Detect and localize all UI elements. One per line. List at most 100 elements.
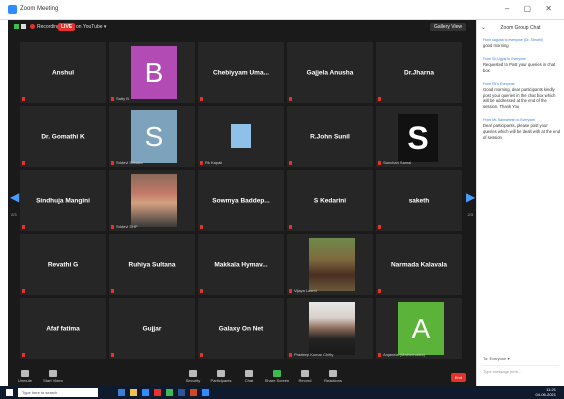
chat-label: Chat	[244, 378, 254, 383]
encryption-shield-icon[interactable]	[14, 24, 19, 29]
participant-tile[interactable]: R.John Sunil	[287, 106, 373, 167]
security-button[interactable]: Security	[180, 370, 206, 383]
participant-tile[interactable]: Afaf fatima	[20, 298, 106, 359]
muted-mic-icon	[22, 353, 25, 357]
chat-message-input[interactable]: Type message here...	[483, 365, 559, 383]
participant-tile[interactable]: Sridevi SHP	[109, 170, 195, 231]
chat-recipient-select[interactable]: To: Everyone ▾	[483, 356, 509, 361]
end-meeting-button[interactable]: End	[450, 373, 466, 382]
muted-mic-icon	[378, 353, 381, 357]
participant-tile[interactable]: Revathi G	[20, 234, 106, 295]
chat-message: From Rk's Everyone Good morning, dear pa…	[483, 82, 561, 111]
message-text: Good morning, dear participants kindly p…	[483, 86, 556, 110]
muted-mic-icon	[22, 225, 25, 229]
participant-tile[interactable]: Sowmya Baddep...	[198, 170, 284, 231]
task-view-icon[interactable]	[118, 389, 125, 396]
live-destination[interactable]: on YouTube ▾	[76, 24, 106, 30]
start-video-button[interactable]: Start Video	[40, 370, 66, 383]
record-button[interactable]: Record	[292, 370, 318, 383]
windows-start-icon[interactable]	[6, 389, 13, 396]
video-gallery: Recording LIVE on YouTube ▾ Gallery View…	[8, 20, 476, 368]
microphone-icon	[21, 370, 29, 377]
window-title-bar: Zoom Meeting – ▢ ✕	[0, 0, 564, 20]
participant-tile[interactable]: Rk Kapali	[198, 106, 284, 167]
previous-page-arrow-icon[interactable]: ◀	[10, 190, 19, 212]
participant-name: Afaf fatima	[46, 325, 80, 332]
recording-dot-icon	[30, 24, 35, 29]
message-sender: From Sri Ugyal to Everyone	[483, 56, 526, 61]
participant-tile[interactable]: A Anjanela (Mathematics)	[376, 298, 462, 359]
participant-small-name: Pradeep Kumar Chitty	[294, 352, 334, 357]
unmute-label: Unmute	[17, 378, 32, 383]
participant-tile[interactable]: S Kedarini	[287, 170, 373, 231]
word-icon[interactable]	[178, 389, 185, 396]
muted-mic-icon	[111, 289, 114, 293]
participants-button[interactable]: Participants	[208, 370, 234, 383]
participant-tile[interactable]: S Sanchari Samal	[376, 106, 462, 167]
excel-icon[interactable]	[166, 389, 173, 396]
taskbar-search-input[interactable]: Type here to search	[18, 388, 98, 397]
avatar: S	[131, 110, 177, 163]
file-explorer-icon[interactable]	[130, 389, 137, 396]
share-screen-label: Share Screen	[264, 378, 290, 383]
participant-name: Gajjela Anusha	[306, 69, 354, 76]
participant-tile[interactable]: Ruhiya Sultana	[109, 234, 195, 295]
muted-mic-icon	[289, 97, 292, 101]
clock-date: 04-06-2021	[535, 391, 556, 397]
chat-message: From saguna to everyone (Dr. Shruthi) go…	[483, 38, 561, 49]
next-page-arrow-icon[interactable]: ▶	[466, 190, 475, 212]
gallery-view-button[interactable]: Gallery View	[430, 23, 466, 31]
participant-tile[interactable]: Sindhuja Mangini	[20, 170, 106, 231]
zoom-taskbar-icon[interactable]	[202, 389, 209, 396]
zoom-logo-icon	[8, 5, 17, 14]
participant-name: Galaxy On Net	[218, 325, 264, 332]
chat-bubble-icon	[245, 370, 253, 377]
message-text: good morning	[483, 43, 509, 48]
info-icon[interactable]	[21, 24, 26, 29]
record-label: Record	[298, 378, 312, 383]
participant-tile[interactable]: Makkala Hymav...	[198, 234, 284, 295]
participant-tile[interactable]: Anshul	[20, 42, 106, 103]
participant-small-name: Anjanela (Mathematics)	[383, 352, 426, 357]
start-video-label: Start Video	[43, 378, 63, 383]
taskbar-clock[interactable]: 11:21 04-06-2021	[535, 387, 556, 398]
reactions-label: Reactions	[324, 378, 342, 383]
page-indicator-right: 2/3	[467, 212, 473, 217]
message-text: Requested to Post your queries in chat b…	[483, 61, 556, 73]
participant-tile[interactable]: Narmada Kalavala	[376, 234, 462, 295]
participant-name: Dr. Gomathi K	[41, 133, 85, 140]
muted-mic-icon	[378, 161, 381, 165]
participant-name: Makkala Hymav...	[214, 261, 268, 268]
participant-tile[interactable]: Dr.Jharna	[376, 42, 462, 103]
share-screen-button[interactable]: Share Screen	[264, 370, 290, 383]
participants-icon	[217, 370, 225, 377]
muted-mic-icon	[378, 97, 381, 101]
unmute-button[interactable]: Unmute	[12, 370, 38, 383]
message-sender: From Mr. Saimahesh to Everyone	[483, 118, 536, 123]
live-badge[interactable]: LIVE	[58, 23, 76, 31]
participant-tile[interactable]: Chebiyyam Uma...	[198, 42, 284, 103]
participant-video-feed	[131, 174, 177, 227]
chrome-icon[interactable]	[154, 389, 161, 396]
participant-tile[interactable]: S Sridevi Sirisala	[109, 106, 195, 167]
reactions-button[interactable]: Reactions	[320, 370, 346, 383]
participant-name: S Kedarini	[313, 197, 347, 204]
recording-label[interactable]: Recording	[37, 24, 60, 30]
participant-tile[interactable]: Vijaya Laxmi	[287, 234, 373, 295]
window-controls[interactable]: – ▢ ✕	[505, 4, 558, 13]
edge-browser-icon[interactable]	[142, 389, 149, 396]
participant-tile[interactable]: Dr. Gomathi K	[20, 106, 106, 167]
windows-taskbar: Type here to search 11:21 04-06-2021	[0, 386, 564, 399]
chat-button[interactable]: Chat	[236, 370, 262, 383]
chat-panel: ⌄ Zoom Group Chat From saguna to everyon…	[476, 20, 564, 386]
muted-mic-icon	[111, 161, 114, 165]
participant-tile[interactable]: B Satty B	[109, 42, 195, 103]
participant-tile[interactable]: Pradeep Kumar Chitty	[287, 298, 373, 359]
chat-messages: From saguna to everyone (Dr. Shruthi) go…	[483, 38, 561, 149]
participant-tile[interactable]: Gajjela Anusha	[287, 42, 373, 103]
participant-tile[interactable]: Gujjar	[109, 298, 195, 359]
chat-title: Zoom Group Chat	[500, 25, 541, 31]
powerpoint-icon[interactable]	[190, 389, 197, 396]
participant-tile[interactable]: Galaxy On Net	[198, 298, 284, 359]
participant-tile[interactable]: saketh	[376, 170, 462, 231]
